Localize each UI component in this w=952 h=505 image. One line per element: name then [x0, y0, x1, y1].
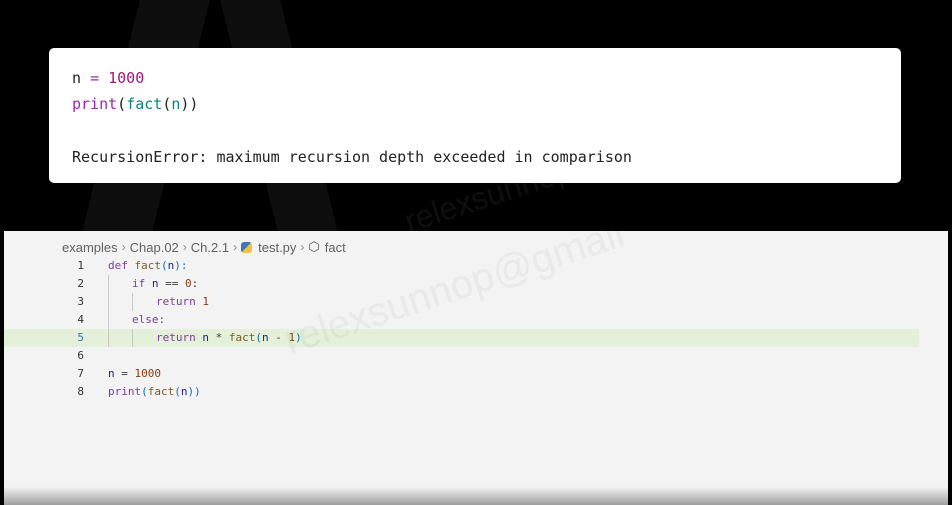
symbol-method-icon: ⬡ — [308, 239, 320, 254]
code-text: print(fact(n)) — [108, 383, 201, 401]
code-token: ( — [141, 385, 148, 398]
snippet-number: 1000 — [108, 69, 145, 87]
code-token: if — [132, 277, 152, 290]
chevron-right-icon: › — [300, 240, 305, 254]
chevron-right-icon: › — [233, 240, 238, 254]
code-token: ): — [174, 259, 188, 272]
code-text: else: — [132, 311, 165, 329]
line-number: 7 — [77, 367, 84, 380]
code-token: : — [191, 277, 199, 290]
breadcrumb-item-examples[interactable]: examples — [62, 240, 118, 255]
line-number: 2 — [77, 277, 84, 290]
code-text: return n * fact(n - 1) — [156, 329, 302, 347]
code-token: fact — [134, 259, 162, 272]
line-number: 5 — [77, 331, 84, 344]
breadcrumb: examples › Chap.02 › Ch.2.1 › test.py › … — [62, 239, 346, 255]
code-token: n — [261, 331, 269, 344]
line-number: 8 — [77, 385, 84, 398]
line-number: 1 — [77, 259, 84, 272]
snippet-var: n — [72, 69, 82, 87]
code-line[interactable]: 3 return 1 — [4, 293, 948, 311]
code-token: ( — [161, 259, 168, 272]
code-lines[interactable]: 1 def fact(n): 2 if n == 0: 3 return 1 4 else: 5… — [4, 257, 948, 401]
code-line[interactable]: 7 n = 1000 — [4, 365, 948, 383]
code-line[interactable]: 6 — [4, 347, 948, 365]
breadcrumb-item-ch[interactable]: Ch.2.1 — [191, 240, 229, 255]
snippet-line-1: n = 1000 — [72, 65, 878, 91]
snippet-fact: fact — [126, 95, 163, 113]
code-token: return — [156, 295, 203, 308]
line-number: 3 — [77, 295, 84, 308]
code-line[interactable]: 4 else: — [4, 311, 948, 329]
code-token: n — [151, 277, 159, 290]
breadcrumb-item-file[interactable]: test.py — [258, 240, 296, 255]
indent-guide — [108, 329, 109, 347]
snippet-print: print — [72, 95, 118, 113]
code-token: return — [156, 331, 203, 344]
code-token: ( — [255, 331, 262, 344]
code-token: n — [108, 367, 115, 380]
code-line[interactable]: 8 print(fact(n)) — [4, 383, 948, 401]
snippet-blank-line — [72, 117, 878, 144]
code-editor[interactable]: examples › Chap.02 › Ch.2.1 › test.py › … — [4, 231, 948, 505]
code-text: def fact(n): — [108, 257, 188, 275]
code-text: return 1 — [156, 293, 209, 311]
code-token: fact — [147, 385, 175, 398]
code-text: if n == 0: — [132, 275, 198, 293]
code-token: print — [108, 385, 142, 398]
python-file-icon — [241, 241, 253, 253]
code-token: * — [208, 331, 229, 344]
panel-shadow — [4, 487, 948, 505]
code-token: - — [268, 331, 289, 344]
snippet-paren: )) — [180, 95, 199, 113]
indent-guide — [108, 311, 109, 329]
error-message: RecursionError: maximum recursion depth … — [72, 148, 632, 166]
line-number: 4 — [77, 313, 84, 326]
breadcrumb-item-symbol[interactable]: fact — [325, 240, 346, 255]
indent-guide — [108, 293, 109, 311]
code-line[interactable]: 2 if n == 0: — [4, 275, 948, 293]
code-token: 1 — [202, 295, 209, 308]
code-token: else: — [132, 313, 166, 326]
snippet-operator: = — [90, 69, 100, 87]
line-number: 6 — [77, 349, 84, 362]
code-token: n — [180, 385, 188, 398]
snippet-line-2: print(fact(n)) — [72, 91, 878, 117]
indent-guide — [132, 329, 133, 347]
code-token: = — [114, 367, 135, 380]
chevron-right-icon: › — [182, 240, 187, 254]
snippet-paren: ( — [162, 95, 172, 113]
snippet-paren: ( — [117, 95, 127, 113]
code-token: def — [108, 259, 135, 272]
code-token: == — [158, 277, 185, 290]
code-token: 0 — [185, 277, 192, 290]
code-token: n — [202, 331, 209, 344]
code-token: )) — [187, 385, 201, 398]
breadcrumb-item-chap[interactable]: Chap.02 — [130, 240, 179, 255]
code-token: ) — [295, 331, 302, 344]
indent-guide — [132, 293, 133, 311]
code-line[interactable]: 1 def fact(n): — [4, 257, 948, 275]
indent-guide — [108, 275, 109, 293]
code-token: fact — [228, 331, 256, 344]
code-token: 1000 — [134, 367, 162, 380]
code-line[interactable]: 5 return n * fact(n - 1) — [4, 329, 919, 347]
code-text: n = 1000 — [108, 365, 161, 383]
chevron-right-icon: › — [121, 240, 126, 254]
code-snippet-card: n = 1000 print(fact(n)) RecursionError: … — [49, 48, 901, 183]
code-token: ( — [174, 385, 181, 398]
